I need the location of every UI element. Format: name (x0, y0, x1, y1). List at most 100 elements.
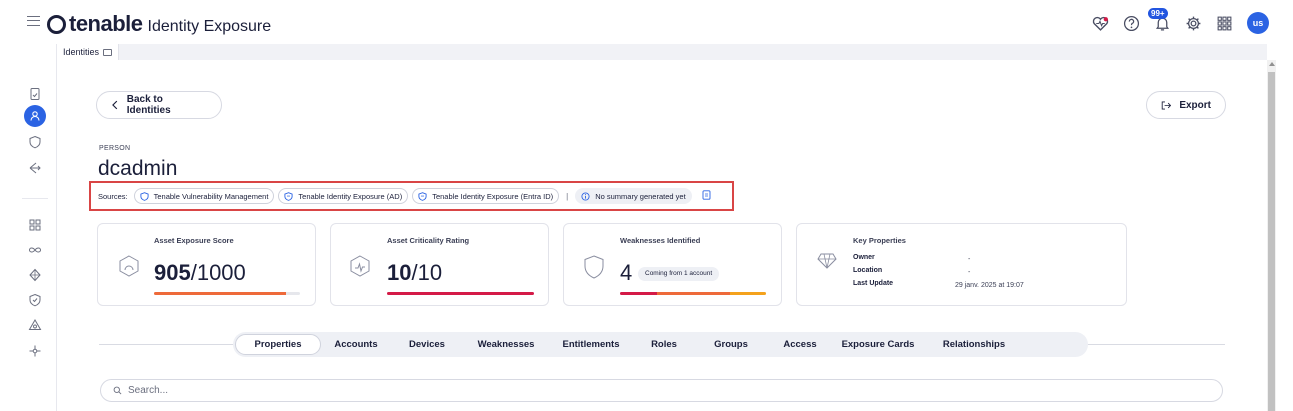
owner-value: - (968, 256, 970, 263)
source-chip-label: Tenable Identity Exposure (AD) (298, 191, 403, 201)
sidebar-cloud-icon[interactable] (24, 314, 46, 336)
scroll-up-arrow-icon[interactable] (1268, 62, 1275, 66)
tab-icon (103, 48, 113, 56)
exposure-hexagon-icon (117, 254, 141, 283)
tenable-logo-icon (47, 15, 66, 34)
criticality-score-bar-fill (387, 292, 534, 295)
exposure-score-bar-fill (154, 292, 287, 295)
notification-badge: 99+ (1148, 7, 1168, 19)
tab-identities[interactable]: Identities (57, 44, 120, 60)
source-chip-label: Tenable Vulnerability Management (153, 191, 269, 201)
tab-properties[interactable]: Properties (235, 334, 321, 355)
property-key: Last Update (853, 280, 894, 287)
weaknesses-source-chip: Coming from 1 account (638, 267, 720, 281)
summary-label: No summary generated yet (595, 191, 686, 201)
tab-exposure-cards[interactable]: Exposure Cards (833, 334, 923, 355)
last-update-key: Last Update (853, 280, 893, 287)
chevron-left-icon (112, 100, 118, 110)
generate-summary-icon[interactable] (696, 187, 711, 205)
user-avatar[interactable]: us (1247, 12, 1269, 34)
source-chip-tie-entra[interactable]: Tenable Identity Exposure (Entra ID) (412, 188, 560, 204)
detail-tabs: Properties Accounts Devices Weaknesses Entit… (233, 332, 1088, 357)
sidebar-shield-icon[interactable] (24, 131, 46, 153)
exposure-score: 905 (154, 260, 191, 285)
asset-criticality-rating-card[interactable]: Asset Criticality Rating 10/10 (330, 223, 549, 306)
location-value: - (968, 269, 970, 276)
sidebar-identities-icon[interactable] (24, 105, 46, 127)
owner-key: Owner (853, 254, 875, 261)
property-value: - (968, 256, 971, 263)
criticality-score-max: /10 (411, 260, 443, 285)
exposure-score-bar (154, 292, 300, 295)
property-value: 29 janv. 2025 at 19:07 (955, 282, 1024, 289)
export-button[interactable]: Export (1146, 91, 1226, 119)
top-bar: tenable Identity Exposure 99+ us (0, 0, 1293, 44)
left-sidebar (0, 44, 57, 411)
card-title: Key Properties (853, 236, 906, 245)
separator: | (566, 191, 569, 201)
sidebar-grid-icon[interactable] (24, 214, 46, 236)
tab-relationships[interactable]: Relationships (923, 334, 1025, 355)
search-icon (113, 386, 122, 395)
severity-segment (620, 292, 657, 295)
back-to-identities-button[interactable]: Back to Identities (96, 91, 222, 119)
diamond-icon (817, 252, 837, 275)
settings-gear-icon[interactable] (1185, 15, 1202, 32)
last-update-value: 29 janv. 2025 at 19:07 (955, 282, 1024, 289)
sidebar-attack-path-icon[interactable] (24, 157, 46, 179)
tab-entitlements[interactable]: Entitlements (549, 334, 633, 355)
help-icon[interactable] (1123, 15, 1140, 32)
source-chip-label: Tenable Identity Exposure (Entra ID) (432, 191, 554, 201)
exposure-score-max: /1000 (190, 260, 246, 285)
criticality-hexagon-icon (348, 254, 372, 283)
shield-icon (140, 191, 149, 201)
search-input[interactable] (128, 385, 528, 396)
source-chip-tie-ad[interactable]: Tenable Identity Exposure (AD) (278, 188, 409, 204)
export-button-label: Export (1179, 99, 1211, 111)
menu-icon[interactable] (27, 16, 40, 26)
sidebar-relations-icon[interactable] (24, 340, 46, 362)
open-tabs-strip: Identities (57, 44, 1267, 60)
shield-icon (418, 191, 427, 201)
back-button-label: Back to Identities (126, 94, 171, 116)
weaknesses-severity-bar (620, 292, 766, 295)
sidebar-infinity-icon[interactable] (24, 239, 46, 261)
criticality-score-bar (387, 292, 534, 295)
search-bar[interactable] (100, 379, 1223, 402)
weakness-shield-icon (583, 254, 605, 285)
tab-groups[interactable]: Groups (695, 334, 767, 355)
tab-devices[interactable]: Devices (391, 334, 463, 355)
sidebar-divider (22, 198, 48, 199)
severity-segment (729, 292, 766, 295)
sidebar-dashboard-icon[interactable] (24, 83, 46, 105)
tab-roles[interactable]: Roles (633, 334, 695, 355)
exposure-score-value: 905/1000 (154, 260, 246, 286)
summary-chip[interactable]: No summary generated yet (575, 188, 692, 204)
location-key: Location (853, 267, 882, 274)
apps-grid-icon[interactable] (1216, 15, 1233, 32)
property-key: Owner (853, 254, 875, 261)
property-value: - (968, 269, 971, 276)
tab-accounts[interactable]: Accounts (321, 334, 391, 355)
tab-access[interactable]: Access (767, 334, 833, 355)
card-title: Asset Exposure Score (154, 236, 234, 245)
asset-exposure-score-card[interactable]: Asset Exposure Score 905/1000 (97, 223, 316, 306)
sidebar-network-icon[interactable] (24, 264, 46, 286)
card-title: Weaknesses Identified (620, 236, 701, 245)
key-properties-card[interactable]: Key Properties Owner - Location - Last U… (796, 223, 1127, 306)
health-check-icon[interactable] (1092, 15, 1109, 32)
brand-name: tenable (69, 11, 143, 36)
info-icon (581, 191, 590, 201)
weaknesses-identified-card[interactable]: Weaknesses Identified 4 Coming from 1 ac… (563, 223, 782, 306)
scrollbar-thumb[interactable] (1268, 72, 1275, 411)
logo[interactable]: tenable Identity Exposure (47, 11, 271, 37)
product-name: Identity Exposure (147, 18, 272, 35)
entity-type: PERSON (99, 145, 131, 152)
source-chip-tvm[interactable]: Tenable Vulnerability Management (133, 188, 275, 204)
notifications-icon[interactable]: 99+ (1148, 7, 1171, 32)
entity-name: dcadmin (98, 157, 178, 180)
sidebar-security-icon[interactable] (24, 289, 46, 311)
criticality-score-value: 10/10 (387, 260, 442, 286)
tab-weaknesses[interactable]: Weaknesses (463, 334, 549, 355)
criticality-score: 10 (387, 260, 412, 285)
